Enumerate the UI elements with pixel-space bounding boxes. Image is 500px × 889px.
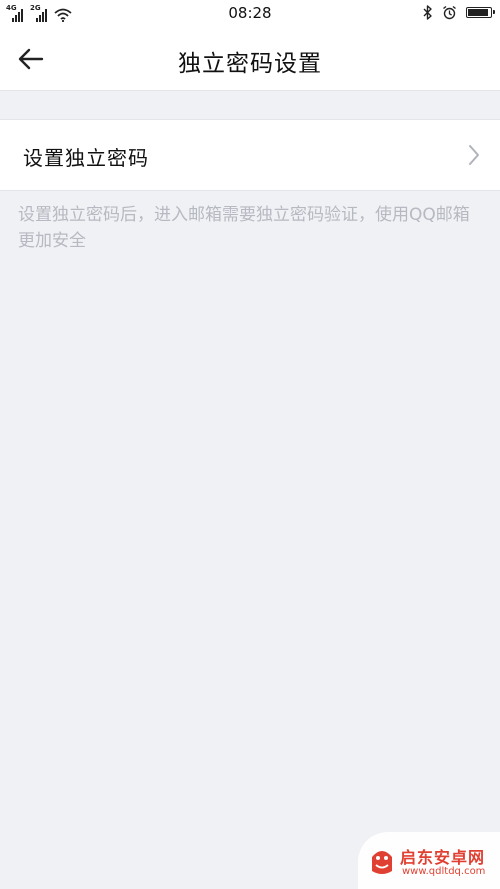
alarm-icon xyxy=(443,5,456,20)
android-logo-icon xyxy=(372,851,392,874)
watermark-url: www.qdltdq.com xyxy=(402,866,486,877)
watermark-name: 启东安卓网 xyxy=(400,848,486,867)
set-independent-password-row[interactable]: 设置独立密码 xyxy=(0,119,500,191)
chevron-right-icon xyxy=(469,145,479,165)
status-bar: 4G 2G 08:28 xyxy=(0,0,500,28)
battery-icon xyxy=(466,7,495,18)
site-watermark: 启东安卓网 www.qdltdq.com xyxy=(358,832,500,889)
status-icons xyxy=(423,5,495,20)
row-label: 设置独立密码 xyxy=(23,146,149,170)
bluetooth-icon xyxy=(423,5,432,20)
battery-level xyxy=(468,9,488,16)
page-title: 独立密码设置 xyxy=(178,51,322,77)
password-hint-text: 设置独立密码后，进入邮箱需要独立密码验证，使用QQ邮箱更加安全 xyxy=(18,205,470,251)
nav-header: 独立密码设置 xyxy=(0,28,500,91)
